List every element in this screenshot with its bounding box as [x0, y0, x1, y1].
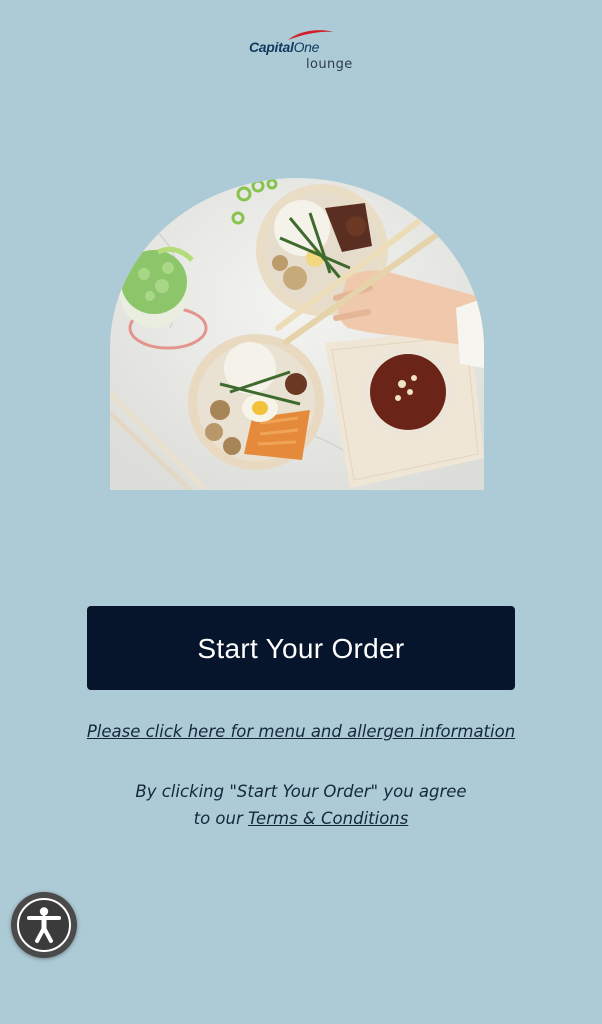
accessibility-button[interactable] [11, 892, 77, 958]
logo-subtitle: lounge [306, 57, 353, 72]
agreement-line-1: By clicking "Start Your Order" you agree [135, 782, 467, 801]
menu-allergen-link[interactable]: Please click here for menu and allergen … [0, 722, 602, 741]
logo-capital-text: Capital [249, 39, 294, 55]
accessibility-figure-icon [27, 907, 61, 943]
food-bowls-illustration-icon [110, 178, 484, 490]
accessibility-icon [17, 898, 71, 952]
agreement-line-2: to our Terms & Conditions [0, 805, 602, 832]
capital-one-lounge-logo: CapitalOne lounge [246, 26, 358, 76]
hero-food-image [110, 178, 484, 490]
start-order-button[interactable]: Start Your Order [87, 606, 515, 690]
logo-wordmark: CapitalOne [249, 39, 319, 55]
terms-conditions-link[interactable]: Terms & Conditions [248, 809, 408, 828]
logo-one-text: One [293, 39, 320, 55]
agreement-text: By clicking "Start Your Order" you agree… [0, 778, 602, 832]
agreement-prefix: to our [193, 809, 249, 828]
